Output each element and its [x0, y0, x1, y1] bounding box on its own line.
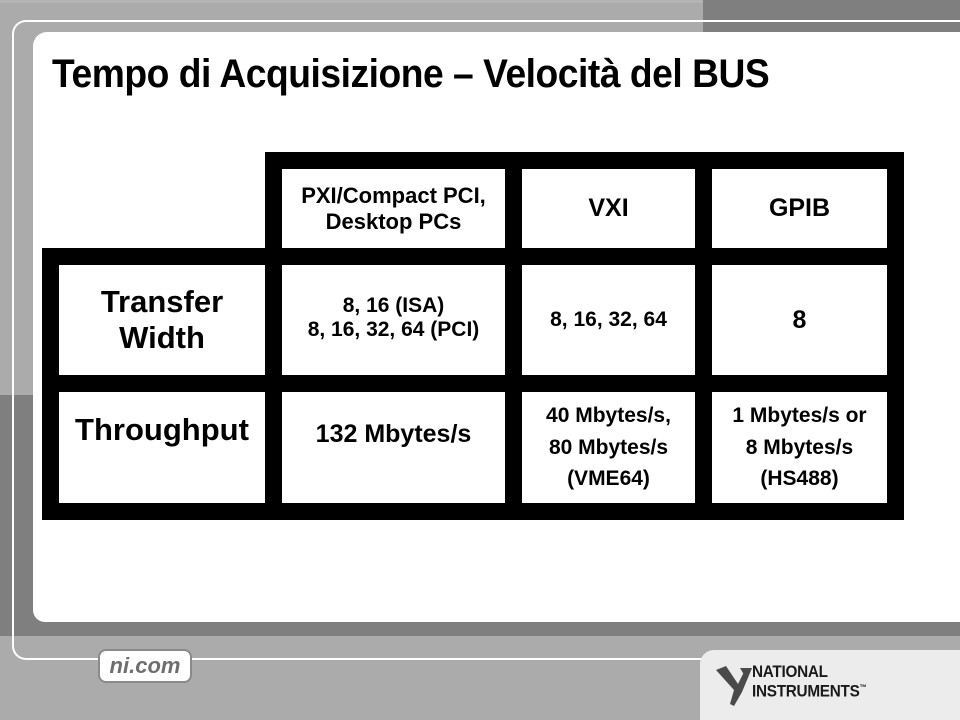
cell-transfer-width-vxi-value: 8, 16, 32, 64 — [550, 307, 667, 331]
row-header-transfer-width-line1: Transfer — [100, 284, 224, 320]
cell-transfer-width-pxi-line2: 8, 16, 32, 64 (PCI) — [307, 318, 480, 341]
cell-transfer-width-gpib: 8 — [712, 265, 887, 375]
cell-throughput-vxi: 40 Mbytes/s, 80 Mbytes/s (VME64) — [522, 392, 695, 503]
cell-throughput-pxi-value: 132 Mbytes/s — [315, 420, 472, 448]
column-header-gpib-label: GPIB — [768, 194, 831, 223]
column-header-vxi: VXI — [522, 169, 695, 248]
row-header-throughput: Throughput — [59, 392, 265, 503]
cell-throughput-gpib-line2: 8 Mbytes/s — [745, 435, 854, 459]
cell-transfer-width-pxi: 8, 16 (ISA) 8, 16, 32, 64 (PCI) — [282, 265, 505, 375]
cell-transfer-width-pxi-line1: 8, 16 (ISA) — [342, 293, 445, 317]
table-border-col2 — [505, 152, 522, 520]
cell-throughput-gpib-line1: 1 Mbytes/s or — [732, 404, 867, 427]
table-border-header-bottom — [265, 248, 887, 265]
column-header-pxi-line1: PXI/Compact PCI, — [301, 183, 486, 209]
row-header-transfer-width: Transfer Width — [59, 265, 265, 375]
table-border-bottom — [42, 503, 887, 520]
table-border-col3 — [695, 152, 712, 520]
table-border-row1-top — [42, 248, 282, 265]
national-instruments-logo-text: NATIONAL INSTRUMENTS™ — [752, 662, 867, 701]
cell-throughput-vxi-line3: (VME64) — [567, 467, 650, 490]
cell-throughput-vxi-line1: 40 Mbytes/s, — [546, 404, 671, 427]
column-header-gpib: GPIB — [712, 169, 887, 248]
table-border-left — [42, 248, 59, 520]
table-border-row-divider — [42, 375, 887, 392]
table-border-right — [887, 152, 904, 520]
row-header-transfer-width-line2: Width — [119, 320, 205, 355]
cell-throughput-vxi-line2: 80 Mbytes/s — [548, 435, 669, 459]
cell-transfer-width-gpib-value: 8 — [792, 305, 807, 334]
trademark-symbol: ™ — [859, 683, 867, 692]
cell-transfer-width-vxi: 8, 16, 32, 64 — [522, 265, 695, 375]
column-header-pxi-line2: Desktop PCs — [325, 208, 462, 234]
cell-throughput-gpib: 1 Mbytes/s or 8 Mbytes/s (HS488) — [712, 392, 887, 503]
logo-line-instruments: INSTRUMENTS — [752, 681, 860, 701]
table-border-col1 — [265, 152, 282, 520]
ni-com-label: ni.com — [109, 653, 181, 678]
ni-com-link-badge[interactable]: ni.com — [98, 649, 192, 683]
national-instruments-logo-icon — [716, 666, 752, 706]
logo-line-national: NATIONAL — [752, 662, 828, 681]
cell-throughput-gpib-line3: (HS488) — [760, 467, 839, 490]
cell-throughput-pxi: 132 Mbytes/s — [282, 392, 505, 503]
table-border-top — [265, 152, 904, 169]
column-header-pxi: PXI/Compact PCI, Desktop PCs — [282, 169, 505, 248]
column-header-vxi-label: VXI — [588, 194, 629, 223]
row-header-throughput-label: Throughput — [75, 412, 249, 447]
